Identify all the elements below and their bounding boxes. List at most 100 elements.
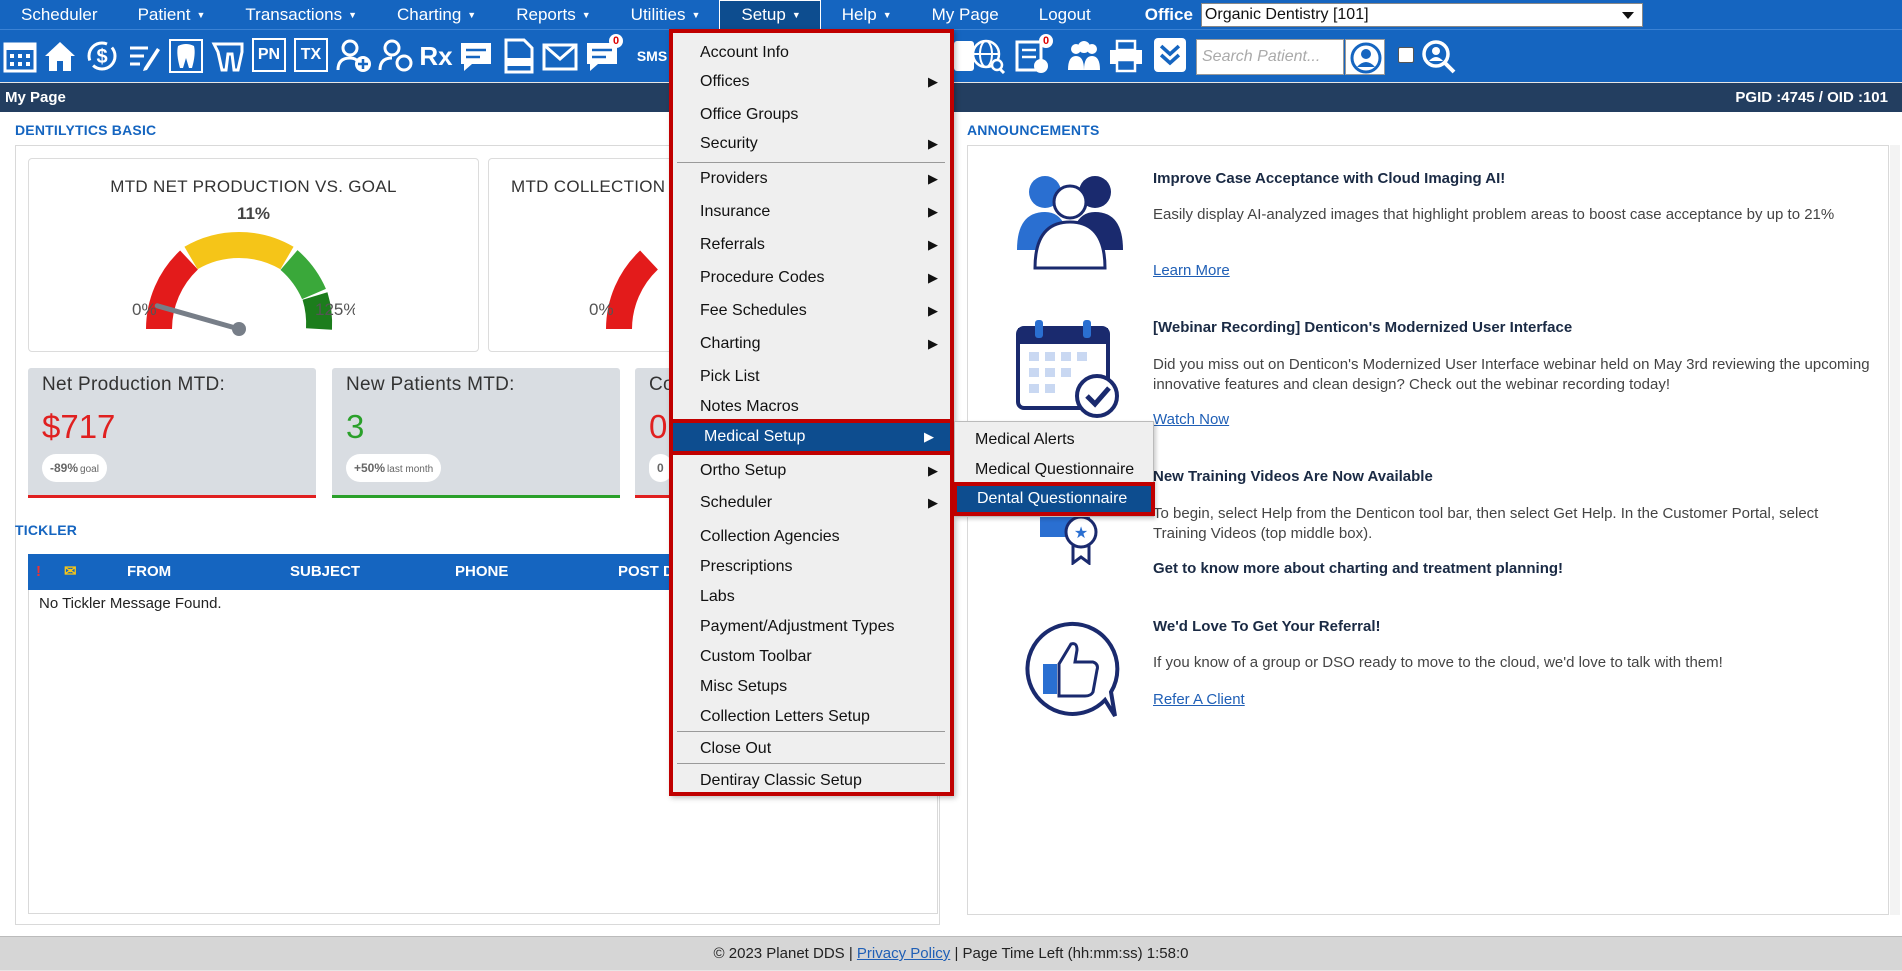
submenu-arrow-icon: ▶ (928, 171, 938, 186)
tooth-icon[interactable] (168, 38, 204, 74)
setup-item-account-info[interactable]: Account Info (673, 39, 950, 67)
menu-divider (677, 162, 945, 163)
setup-item-fee-schedules[interactable]: Fee Schedules ▶ (673, 297, 950, 325)
printer-icon[interactable] (1108, 38, 1144, 74)
setup-item-prescriptions[interactable]: Prescriptions (673, 553, 950, 581)
menu-setup[interactable]: Setup ▼ (719, 0, 821, 29)
stat-card-net-production: Net Production MTD: $717 -89% goal (28, 368, 316, 498)
setup-item-offices[interactable]: Offices ▶ (673, 68, 950, 96)
submenu-arrow-icon: ▶ (928, 463, 938, 478)
menu-divider (677, 763, 945, 764)
submenu-arrow-icon: ▶ (924, 429, 934, 444)
top-menubar: Scheduler Patient ▼ Transactions ▼ Chartin… (0, 0, 1902, 29)
setup-item-collection-letters-setup[interactable]: Collection Letters Setup (673, 703, 950, 731)
column-phone[interactable]: PHONE (455, 554, 508, 590)
column-post-date[interactable]: POST D (618, 554, 674, 590)
menu-scheduler[interactable]: Scheduler (0, 0, 117, 29)
setup-item-ortho-setup[interactable]: Ortho Setup ▶ (673, 457, 950, 485)
patient-lookup-button[interactable] (1345, 39, 1385, 75)
announcements-scrollbar[interactable] (1890, 145, 1900, 915)
setup-item-misc-setups[interactable]: Misc Setups (673, 673, 950, 701)
treatment-plan-icon[interactable]: TX (294, 38, 328, 72)
caret-down-icon: ▼ (348, 10, 358, 20)
search-patient-input[interactable]: Search Patient... (1196, 39, 1344, 75)
group-icon[interactable] (1066, 38, 1102, 74)
setup-item-pick-list[interactable]: Pick List (673, 363, 950, 391)
menu-reports[interactable]: Reports ▼ (495, 0, 609, 29)
progress-notes-icon[interactable]: PN (252, 38, 286, 72)
menu-utilities[interactable]: Utilities ▼ (610, 0, 720, 29)
globe-search-icon[interactable] (970, 38, 1006, 74)
setup-item-medical-setup[interactable]: Medical Setup ▶ (669, 419, 954, 455)
setup-item-office-groups[interactable]: Office Groups (673, 101, 950, 129)
home-icon[interactable] (42, 38, 78, 74)
setup-item-insurance[interactable]: Insurance ▶ (673, 198, 950, 226)
dentilytics-title: DENTILYTICS BASIC (15, 122, 157, 138)
refer-a-client-link[interactable]: Refer A Client (1153, 691, 1245, 708)
column-from[interactable]: FROM (127, 554, 171, 590)
column-subject[interactable]: SUBJECT (290, 554, 360, 590)
submenu-arrow-icon: ▶ (928, 336, 938, 351)
setup-item-charting[interactable]: Charting ▶ (673, 330, 950, 358)
submenu-arrow-icon: ▶ (928, 495, 938, 510)
copyright-text: © 2023 Planet DDS | (713, 945, 853, 962)
learn-more-link[interactable]: Learn More (1153, 262, 1230, 279)
prescription-icon[interactable]: Rx (418, 38, 454, 74)
dollar-sync-icon[interactable]: $ (84, 38, 120, 74)
stat-pill: +50% last month (346, 454, 442, 482)
setup-item-notes-macros[interactable]: Notes Macros (673, 393, 950, 421)
sms-icon[interactable]: SMS (634, 38, 670, 74)
people-icon (1017, 176, 1123, 270)
teeth-icon[interactable] (210, 38, 246, 74)
menu-patient[interactable]: Patient ▼ (117, 0, 225, 29)
setup-item-procedure-codes[interactable]: Procedure Codes ▶ (673, 264, 950, 292)
setup-item-close-out[interactable]: Close Out (673, 735, 950, 763)
svg-text:★: ★ (1074, 523, 1088, 542)
caret-down-icon: ▼ (882, 10, 892, 20)
setup-item-payment-adjustment-types[interactable]: Payment/Adjustment Types (673, 613, 950, 641)
caret-down-icon: ▼ (791, 10, 801, 20)
checklist-icon[interactable]: 0 (1014, 34, 1053, 74)
menu-charting[interactable]: Charting ▼ (376, 0, 495, 29)
gauge-card-net-production: MTD NET PRODUCTION VS. GOAL 11% 0% 125% (28, 158, 479, 352)
setup-item-dentiray-classic-setup[interactable]: Dentiray Classic Setup (673, 767, 950, 795)
menu-my-page[interactable]: My Page (911, 0, 1018, 29)
stat-bar (332, 495, 620, 498)
mail-icon[interactable] (542, 38, 578, 74)
privacy-policy-link[interactable]: Privacy Policy (857, 945, 950, 962)
menu-transactions[interactable]: Transactions ▼ (224, 0, 376, 29)
toolbar-checkbox[interactable] (1398, 47, 1414, 63)
svg-text:$: $ (96, 46, 107, 68)
calendar-icon[interactable] (2, 38, 38, 74)
patient-search-icon[interactable] (378, 38, 414, 74)
user-search-icon (1350, 42, 1382, 74)
setup-item-custom-toolbar[interactable]: Custom Toolbar (673, 643, 950, 671)
footer: © 2023 Planet DDS | Privacy Policy | Pag… (0, 936, 1902, 970)
submenu-item-medical-questionnaire[interactable]: Medical Questionnaire (955, 456, 1153, 484)
watch-now-link[interactable]: Watch Now (1153, 411, 1229, 428)
setup-item-providers[interactable]: Providers ▶ (673, 165, 950, 193)
add-patient-icon[interactable] (336, 38, 372, 74)
setup-item-referrals[interactable]: Referrals ▶ (673, 231, 950, 259)
announcement-text: Easily display AI-analyzed images that h… (1153, 206, 1835, 223)
chat-icon[interactable]: 0 (584, 34, 623, 74)
menu-help[interactable]: Help ▼ (821, 0, 911, 29)
setup-item-scheduler[interactable]: Scheduler ▶ (673, 489, 950, 517)
caret-down-icon: ▼ (467, 10, 477, 20)
office-select[interactable]: Organic Dentistry [101] (1200, 2, 1643, 27)
stat-bar (28, 495, 316, 498)
edit-note-icon[interactable] (126, 38, 162, 74)
setup-item-security[interactable]: Security ▶ (673, 130, 950, 158)
setup-item-labs[interactable]: Labs (673, 583, 950, 611)
announcements-title: ANNOUNCEMENTS (967, 122, 1100, 138)
message-icon[interactable] (458, 38, 494, 74)
document-icon[interactable] (500, 38, 536, 74)
submenu-item-medical-alerts[interactable]: Medical Alerts (955, 426, 1153, 454)
menu-logout[interactable]: Logout (1018, 0, 1110, 29)
setup-item-collection-agencies[interactable]: Collection Agencies (673, 523, 950, 551)
magnifier-people-icon[interactable] (1420, 38, 1456, 74)
submenu-item-dental-questionnaire[interactable]: Dental Questionnaire (953, 482, 1155, 516)
collapse-down-icon[interactable] (1154, 38, 1186, 72)
gauge-dial (146, 232, 333, 336)
calendar-check-icon (1016, 320, 1119, 418)
